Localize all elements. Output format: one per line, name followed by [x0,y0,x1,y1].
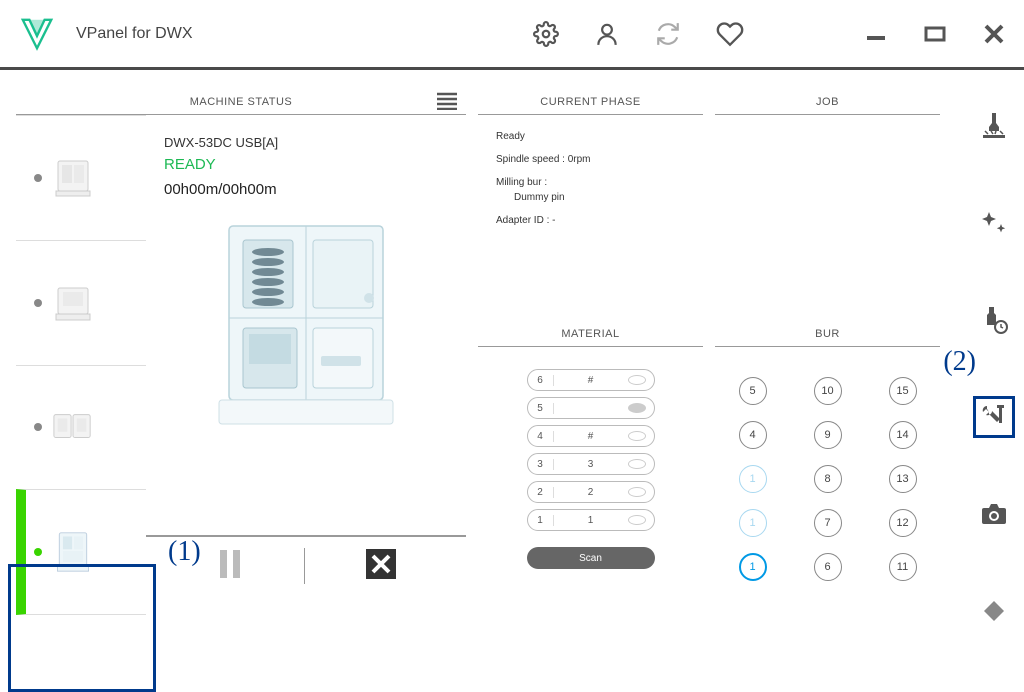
status-dot [34,423,42,431]
drill-time-icon[interactable] [973,299,1015,341]
bur-slot[interactable]: 12 [889,509,917,537]
maximize-icon[interactable] [923,22,947,46]
pause-button[interactable] [216,548,244,585]
machine-item-1[interactable] [16,115,146,240]
bur-slot[interactable]: 8 [814,465,842,493]
bur-header: BUR [815,328,840,340]
machine-info: DWX-53DC USB[A] READY 00h00m/00h00m [146,115,466,615]
job-panel: JOB [715,86,940,306]
status-dot [34,174,42,182]
current-phase-panel: CURRENT PHASE Ready Spindle speed : 0rpm… [478,86,703,306]
material-value: # [554,431,628,442]
job-header: JOB [816,96,839,108]
machine-thumb-icon [52,531,94,573]
material-index: 6 [528,375,554,386]
disc-icon [628,487,646,497]
bur-slot[interactable]: 14 [889,421,917,449]
machine-item-3[interactable] [16,365,146,490]
machine-status-header: MACHINE STATUS [190,96,293,108]
material-value: 2 [554,487,628,498]
material-index: 5 [528,403,554,414]
machine-item-2[interactable] [16,240,146,365]
bur-slot[interactable]: 1 [739,553,767,581]
menu-icon[interactable] [436,92,458,113]
stop-button[interactable] [365,548,397,585]
material-row[interactable]: 5 [527,397,655,419]
status-dot-active [34,548,42,556]
bur-slot[interactable]: 5 [739,377,767,405]
material-panel: MATERIAL 6#54#332211Scan [478,318,703,618]
material-header: MATERIAL [561,328,619,340]
material-row[interactable]: 11 [527,509,655,531]
close-icon[interactable] [982,22,1006,46]
phase-spindle: Spindle speed : 0rpm [496,152,685,167]
phase-milling-sub: Dummy pin [496,190,685,205]
divider [304,548,305,584]
bur-slot[interactable]: 7 [814,509,842,537]
material-value: 1 [554,515,628,526]
machine-thumb-icon [52,157,94,199]
material-index: 2 [528,487,554,498]
bur-slot[interactable]: 1 [739,465,767,493]
machine-time: 00h00m/00h00m [164,181,448,198]
phase-adapter: Adapter ID : - [496,213,685,228]
bur-slot[interactable]: 11 [889,553,917,581]
settings-icon[interactable] [533,21,559,47]
machine-large-image [211,218,401,433]
sparkle-icon[interactable] [973,202,1015,244]
disc-icon [628,431,646,441]
bur-slot[interactable]: 10 [814,377,842,405]
camera-icon[interactable] [973,493,1015,535]
material-row[interactable]: 22 [527,481,655,503]
bur-slot[interactable]: 15 [889,377,917,405]
minimize-icon[interactable] [864,22,888,46]
machine-status-text: READY [164,156,448,173]
tools-icon[interactable] [973,396,1015,438]
bur-panel: BUR 510154914181317121611 (2) [715,318,940,618]
scan-button[interactable]: Scan [527,547,655,569]
material-index: 1 [528,515,554,526]
app-logo [18,15,56,53]
material-row[interactable]: 6# [527,369,655,391]
disc-icon [628,459,646,469]
bur-slot[interactable]: 1 [739,509,767,537]
user-icon[interactable] [594,21,620,47]
phase-header: CURRENT PHASE [540,96,640,108]
status-dot [34,299,42,307]
machine-name: DWX-53DC USB[A] [164,135,448,150]
machine-list [16,115,146,615]
refresh-icon[interactable] [655,21,681,47]
phase-ready: Ready [496,129,685,144]
heart-icon[interactable] [716,20,744,48]
material-row[interactable]: 33 [527,453,655,475]
machine-thumb-icon [52,282,94,324]
bur-slot[interactable]: 6 [814,553,842,581]
mill-icon[interactable] [973,105,1015,147]
machine-item-4-selected[interactable] [16,489,146,615]
material-value: 3 [554,459,628,470]
disc-icon [628,403,646,413]
bur-slot[interactable]: 13 [889,465,917,493]
right-rail [964,70,1024,637]
disc-icon [628,375,646,385]
bur-slot[interactable]: 4 [739,421,767,449]
material-index: 4 [528,431,554,442]
machine-status-panel: MACHINE STATUS [16,86,466,618]
app-title: VPanel for DWX [76,25,192,43]
disc-icon [628,515,646,525]
machine-thumb-icon [52,406,94,448]
diamond-icon[interactable] [973,590,1015,632]
material-row[interactable]: 4# [527,425,655,447]
bur-slot[interactable]: 9 [814,421,842,449]
material-value: # [554,375,628,386]
phase-milling: Milling bur : [496,175,685,190]
material-index: 3 [528,459,554,470]
